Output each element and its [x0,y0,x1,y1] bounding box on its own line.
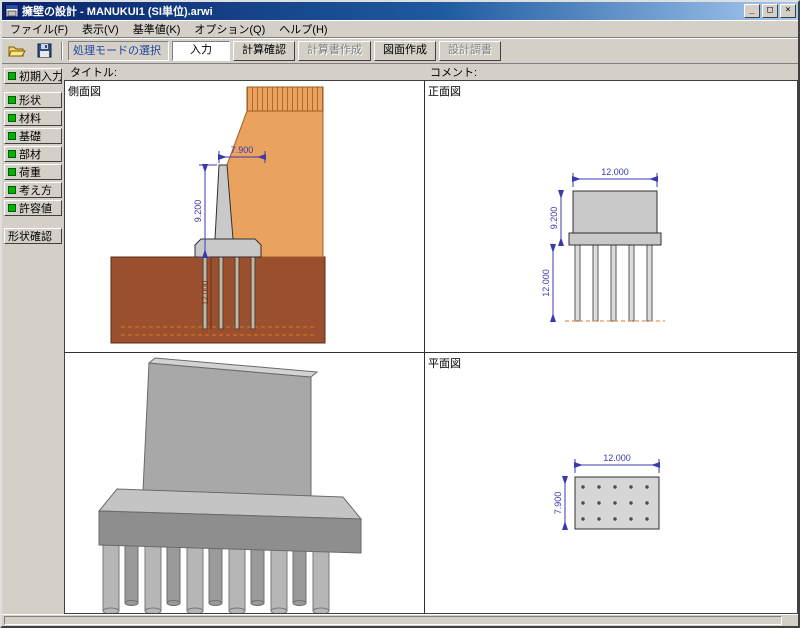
green-status-icon [8,132,16,140]
side-view-label: 側面図 [68,83,101,99]
side-view-drawing: 7.900 9.200 12.000 [65,81,424,352]
plan-view-label: 平面図 [428,355,461,371]
perspective-view-panel [65,353,425,613]
front-view-label: 正面図 [428,83,461,99]
menu-help[interactable]: ヘルプ(H) [272,19,334,39]
mode-report-button[interactable]: 計算書作成 [298,41,371,61]
side-backfill [225,111,323,257]
green-status-icon [8,72,16,80]
mode-design-record-button[interactable]: 設計調書 [439,41,501,61]
comment-field-label: コメント: [424,64,798,80]
sidebar-item-member[interactable]: 部材 [4,146,62,162]
green-status-icon [8,96,16,104]
side-view-panel: 側面図 [65,81,425,353]
mode-calc-check-button[interactable]: 計算確認 [233,41,295,61]
wall-front-face [143,363,311,503]
front-dim-height-text: 9.200 [549,207,559,230]
menu-bar: ファイル(F) 表示(V) 基準値(K) オプション(Q) ヘルプ(H) [2,20,798,38]
app-icon [5,4,19,18]
sidebar-item-foundation[interactable]: 基礎 [4,128,62,144]
toolbar: 処理モードの選択 入力 計算確認 計算書作成 図面作成 設計調書 [2,38,798,64]
green-status-icon [8,150,16,158]
sidebar-item-load[interactable]: 荷重 [4,164,62,180]
title-field-label: タイトル: [64,64,424,80]
close-button[interactable]: × [780,4,796,18]
plan-dim-width-text: 12.000 [603,453,631,463]
sidebar-item-material[interactable]: 材料 [4,110,62,126]
resize-grip[interactable] [784,616,796,625]
app-window: 擁壁の設計 - MANUKUI1 (SI単位).arwi _ □ × ファイル(… [0,0,800,628]
window-title: 擁壁の設計 - MANUKUI1 (SI単位).arwi [22,3,742,19]
menu-criteria[interactable]: 基準値(K) [126,19,188,39]
front-view-drawing: 12.000 9.200 12.000 [425,81,797,352]
menu-file[interactable]: ファイル(F) [3,19,75,39]
side-backfill-hatch-cap [247,87,323,111]
mode-drawing-button[interactable]: 図面作成 [374,41,436,61]
plan-view-drawing: 12.000 7.900 [425,353,797,613]
front-wall [573,191,657,233]
shape-confirm-button[interactable]: 形状確認 [4,228,62,244]
perspective-view-drawing [65,353,424,613]
status-pane [4,616,782,625]
save-button[interactable] [32,40,56,61]
minimize-button[interactable]: _ [744,4,760,18]
main-panel: タイトル: コメント: 側面図 [64,64,798,614]
sidebar: 初期入力 形状 材料 基礎 部材 荷重 [2,64,64,614]
side-dim-height-text: 9.200 [193,200,203,223]
front-footing [569,233,661,245]
drawing-grid: 側面図 [64,80,798,614]
maximize-button[interactable]: □ [762,4,778,18]
mode-select-label: 処理モードの選択 [68,41,169,61]
front-dim-width-text: 12.000 [601,167,629,177]
sidebar-item-shape[interactable]: 形状 [4,92,62,108]
front-view-panel: 正面図 [425,81,797,353]
green-status-icon [8,186,16,194]
sidebar-gap [4,218,62,228]
content-area: 初期入力 形状 材料 基礎 部材 荷重 [2,64,798,614]
footing-front-face [99,511,361,553]
save-floppy-icon [37,43,52,58]
front-piles [575,245,652,321]
front-dim-pile-text: 12.000 [541,269,551,297]
side-soil [111,257,325,343]
menu-options[interactable]: オプション(Q) [187,19,272,39]
open-file-button[interactable] [5,40,29,61]
side-dim-width-text: 7.900 [231,145,254,155]
green-status-icon [8,204,16,212]
sidebar-item-allowable[interactable]: 許容値 [4,200,62,216]
side-dim-pile-text: 12.000 [201,280,210,305]
open-folder-icon [8,44,26,58]
menu-view[interactable]: 表示(V) [75,19,126,39]
title-bar: 擁壁の設計 - MANUKUI1 (SI単位).arwi _ □ × [2,2,798,20]
plan-view-panel: 平面図 [425,353,797,613]
green-status-icon [8,114,16,122]
field-row: タイトル: コメント: [64,64,798,80]
sidebar-item-policy[interactable]: 考え方 [4,182,62,198]
sidebar-item-initial-input[interactable]: 初期入力 [4,68,62,84]
green-status-icon [8,168,16,176]
toolbar-separator [61,42,63,60]
status-bar [2,614,798,626]
mode-input-button[interactable]: 入力 [172,41,230,61]
plan-dim-depth-text: 7.900 [553,492,563,515]
